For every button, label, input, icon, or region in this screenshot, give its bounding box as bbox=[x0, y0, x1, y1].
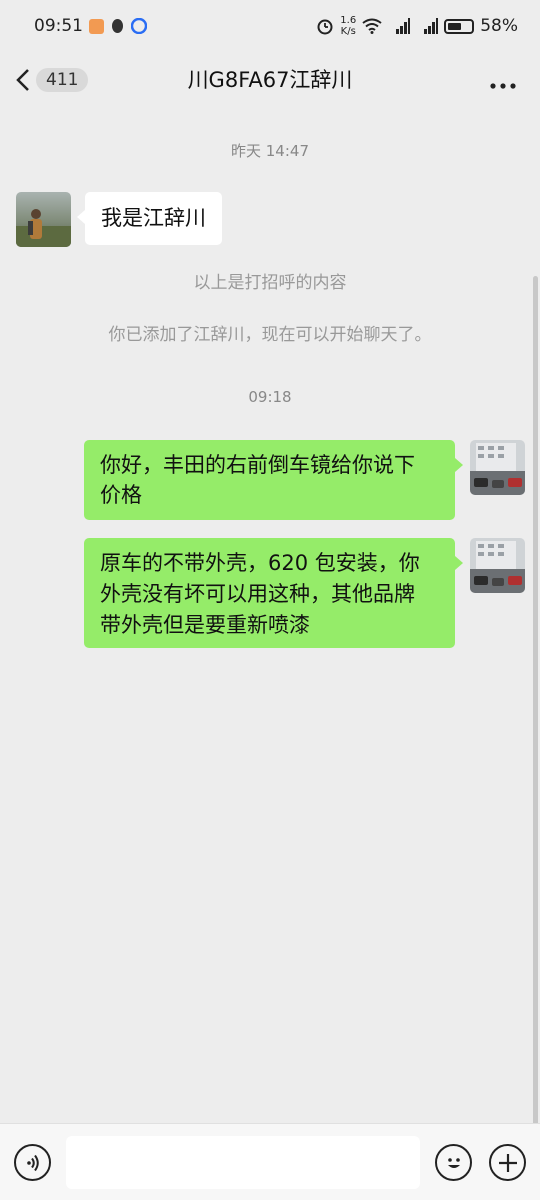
more-icon bbox=[490, 83, 516, 89]
contact-avatar[interactable] bbox=[16, 192, 71, 247]
emoji-icon bbox=[447, 1157, 460, 1168]
more-options-button[interactable] bbox=[490, 70, 516, 95]
timestamp-separator: 昨天 14:47 bbox=[231, 142, 309, 160]
qq-icon bbox=[112, 19, 123, 33]
outgoing-message[interactable]: 你好，丰田的右前倒车镜给你说下 价格 bbox=[84, 440, 463, 520]
timestamp-separator: 09:18 bbox=[248, 388, 292, 406]
browser-icon bbox=[131, 18, 147, 34]
incoming-message[interactable]: 我是江辞川 bbox=[77, 192, 222, 245]
my-avatar[interactable] bbox=[470, 538, 525, 593]
plus-icon bbox=[498, 1153, 517, 1172]
chat-input-bar bbox=[0, 1123, 540, 1200]
more-functions-button[interactable] bbox=[489, 1144, 526, 1181]
system-message-added: 你已添加了江辞川，现在可以开始聊天了。 bbox=[108, 325, 432, 345]
battery-percent: 58% bbox=[480, 16, 518, 36]
signal-icon-5g-2 bbox=[424, 18, 439, 34]
network-speed: 1.6 K/s bbox=[340, 15, 357, 37]
my-avatar[interactable] bbox=[470, 440, 525, 495]
alarm-icon bbox=[317, 19, 333, 35]
battery-icon bbox=[444, 18, 475, 34]
wifi-icon bbox=[362, 18, 382, 34]
status-bar: 09:51 1.6 K/s 58% bbox=[0, 0, 540, 52]
scrollbar[interactable] bbox=[533, 276, 538, 1200]
status-time: 09:51 bbox=[34, 16, 83, 36]
chat-header: 411 川G8FA67江辞川 bbox=[0, 52, 540, 108]
message-list[interactable]: 昨天 14:47 我是江辞川 以上是打招呼的内容 你已添加了江辞川，现在可以开始… bbox=[0, 108, 540, 1200]
app-notification-icon bbox=[89, 18, 104, 34]
voice-input-button[interactable] bbox=[14, 1144, 51, 1181]
message-input[interactable] bbox=[66, 1136, 420, 1189]
emoji-button[interactable] bbox=[435, 1144, 472, 1181]
signal-icon-5g-1 bbox=[396, 18, 411, 34]
outgoing-message[interactable]: 原车的不带外壳，620 包安装，你 外壳没有坏可以用这种，其他品牌 带外壳但是要… bbox=[84, 538, 463, 648]
chat-title: 川G8FA67江辞川 bbox=[187, 68, 353, 92]
voice-icon bbox=[26, 1154, 39, 1171]
system-message-greeting: 以上是打招呼的内容 bbox=[193, 273, 347, 293]
